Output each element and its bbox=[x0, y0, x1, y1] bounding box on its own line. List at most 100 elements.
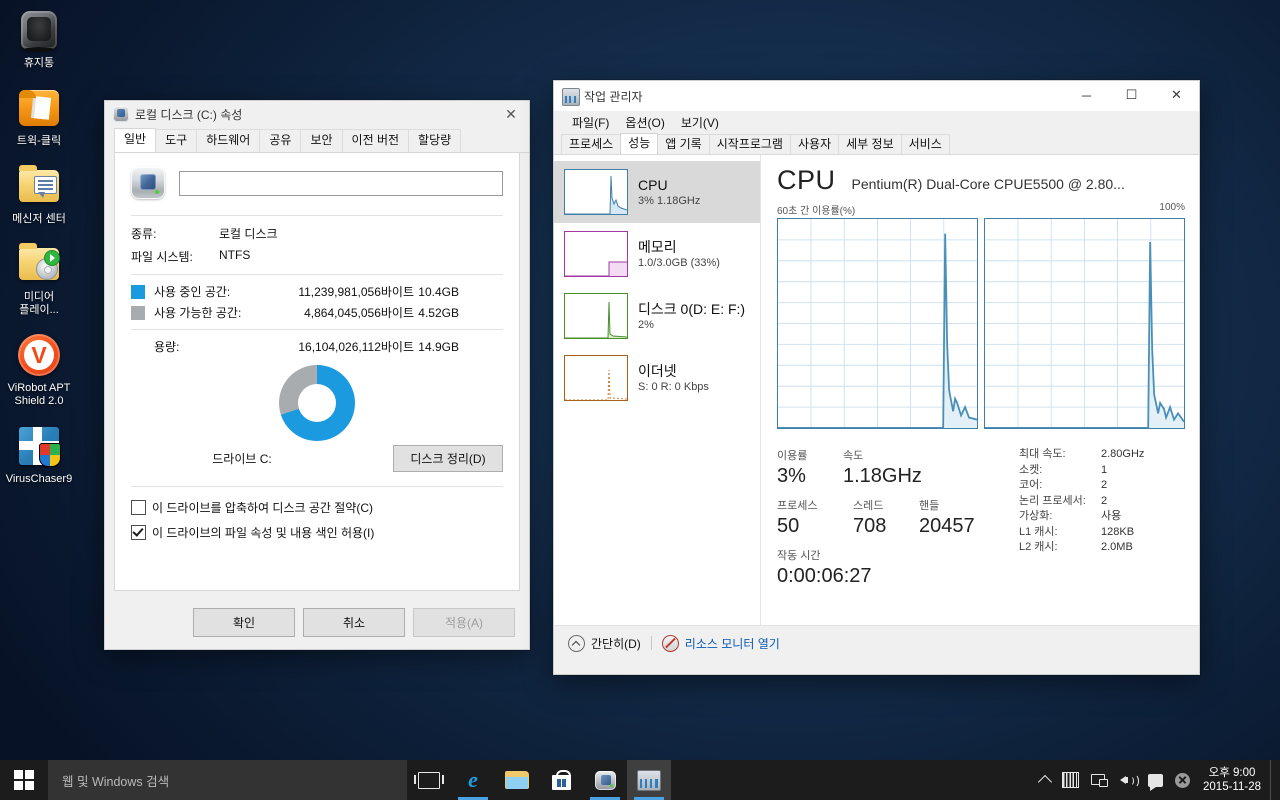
task-manager-tabstrip: 프로세스 성능 앱 기록 시작프로그램 사용자 세부 정보 서비스 bbox=[554, 133, 1199, 155]
cpu-detail-panel: CPU Pentium(R) Dual-Core CPUE5500 @ 2.80… bbox=[761, 155, 1199, 625]
general-tab-panel: 종류: 로컬 디스크 파일 시스템: NTFS 사용 중인 공간: 11,239… bbox=[114, 153, 520, 591]
sidebar-item-cpu[interactable]: CPU 3% 1.18GHz bbox=[554, 161, 760, 223]
open-resource-monitor-label: 리소스 모니터 열기 bbox=[684, 636, 780, 651]
taskbar-buttons: e bbox=[407, 760, 671, 800]
sidebar-item-memory[interactable]: 메모리 1.0/3.0GB (33%) bbox=[554, 223, 760, 285]
taskbar-store-button[interactable] bbox=[539, 760, 583, 800]
window-titlebar[interactable]: 작업 관리자 ─ ☐ ✕ bbox=[554, 81, 1199, 111]
open-resource-monitor-link[interactable]: 리소스 모니터 열기 bbox=[661, 634, 780, 652]
desktop-icon-virobot[interactable]: V ViRobot APT Shield 2.0 bbox=[0, 331, 78, 408]
cancel-button[interactable]: 취소 bbox=[303, 608, 405, 637]
tab-security[interactable]: 보안 bbox=[300, 129, 343, 152]
speed-stat: 속도 1.18GHz bbox=[843, 447, 922, 489]
start-button[interactable] bbox=[0, 760, 48, 800]
cores-value: 2 bbox=[1101, 479, 1108, 491]
close-icon[interactable]: ✕ bbox=[1154, 81, 1199, 109]
minimize-icon[interactable]: ─ bbox=[1064, 81, 1109, 109]
used-space-bytes: 11,239,981,056바이트 bbox=[298, 285, 414, 299]
menu-options[interactable]: 옵션(O) bbox=[617, 112, 672, 133]
cpu-core-0-graph[interactable] bbox=[777, 218, 978, 429]
uptime-row: 작동 시간 0:00:06:27 bbox=[777, 547, 1005, 589]
utilization-stat: 이용률 3% bbox=[777, 447, 843, 489]
sockets-row: 소켓: 1 bbox=[1019, 463, 1185, 479]
sidebar-item-disk[interactable]: 디스크 0(D: E: F:) 2% bbox=[554, 285, 760, 347]
apply-button[interactable]: 적용(A) bbox=[413, 608, 515, 637]
network-button[interactable] bbox=[1085, 760, 1114, 800]
taskbar-edge-button[interactable]: e bbox=[451, 760, 495, 800]
window-buttons: ✕ bbox=[493, 101, 529, 129]
fewer-details-button[interactable]: 간단히(D) bbox=[568, 634, 641, 652]
security-alert-button[interactable] bbox=[1169, 760, 1196, 800]
used-space-label: 사용 중인 공간: bbox=[154, 285, 231, 299]
volume-button[interactable] bbox=[1114, 760, 1142, 800]
compress-drive-checkbox[interactable] bbox=[131, 500, 146, 515]
keyboard-icon bbox=[1062, 772, 1080, 788]
desktop-icon-tweak-click[interactable]: 트윅-클릭 bbox=[0, 84, 78, 148]
desktop-icon-viruschaser[interactable]: VirusChaser9 bbox=[0, 422, 78, 486]
tab-previous-versions[interactable]: 이전 버전 bbox=[341, 129, 410, 152]
ok-button[interactable]: 확인 bbox=[193, 608, 295, 637]
graph-y-max-label: 100% bbox=[1159, 202, 1185, 213]
tab-users[interactable]: 사용자 bbox=[789, 134, 840, 154]
task-manager-icon bbox=[637, 769, 661, 791]
volume-label-input[interactable] bbox=[179, 170, 503, 196]
tab-performance[interactable]: 성능 bbox=[620, 133, 659, 154]
taskbar-file-explorer-button[interactable] bbox=[495, 760, 539, 800]
logical-processors-label: 논리 프로세서: bbox=[1019, 494, 1086, 507]
desktop-icon-messenger-center[interactable]: 메신저 센터 bbox=[0, 162, 78, 226]
action-center-button[interactable] bbox=[1142, 760, 1169, 800]
index-drive-checkbox[interactable] bbox=[131, 525, 146, 540]
taskbar: 웹 및 Windows 검색 e 오후 9:00 2015-11-28 bbox=[0, 760, 1280, 800]
logical-processors-value: 2 bbox=[1101, 494, 1108, 507]
window-titlebar[interactable]: 로컬 디스크 (C:) 속성 ✕ bbox=[105, 101, 529, 127]
disk-cleanup-button[interactable]: 디스크 정리(D) bbox=[393, 445, 503, 472]
desktop-icon-label-line2: Shield 2.0 bbox=[14, 395, 64, 407]
tab-hardware[interactable]: 하드웨어 bbox=[196, 129, 261, 152]
desktop-icon-media-player[interactable]: 미디어 플레이... bbox=[0, 240, 78, 317]
sidebar-item-name: 메모리 bbox=[638, 238, 677, 255]
search-input[interactable]: 웹 및 Windows 검색 bbox=[48, 760, 407, 800]
show-desktop-button[interactable] bbox=[1270, 760, 1278, 800]
sidebar-item-sub: 1.0/3.0GB (33%) bbox=[638, 256, 720, 269]
close-icon[interactable]: ✕ bbox=[493, 101, 529, 127]
ime-indicator-button[interactable] bbox=[1056, 760, 1085, 800]
sidebar-item-ethernet[interactable]: 이더넷 S: 0 R: 0 Kbps bbox=[554, 347, 760, 409]
sidebar-item-sub: 2% bbox=[638, 318, 654, 331]
tab-processes[interactable]: 프로세스 bbox=[561, 134, 622, 154]
maximize-icon[interactable]: ☐ bbox=[1109, 81, 1154, 109]
menubar: 파일(F) 옵션(O) 보기(V) bbox=[554, 111, 1199, 133]
divider bbox=[131, 274, 503, 275]
menu-file[interactable]: 파일(F) bbox=[564, 112, 617, 133]
tab-sharing[interactable]: 공유 bbox=[259, 129, 302, 152]
tab-services[interactable]: 서비스 bbox=[900, 134, 950, 154]
cpu-core-1-graph[interactable] bbox=[984, 218, 1185, 429]
tab-details[interactable]: 세부 정보 bbox=[838, 134, 902, 154]
taskbar-task-view-button[interactable] bbox=[407, 760, 451, 800]
desktop-icon-label: 휴지통 bbox=[23, 57, 55, 69]
cpu-statistics: 이용률 3% 속도 1.18GHz 프로세스 50 스레드 708 핸들 204… bbox=[777, 447, 1185, 589]
chevron-up-icon bbox=[1037, 774, 1053, 790]
tab-quota[interactable]: 할당량 bbox=[408, 129, 462, 152]
index-drive-row[interactable]: 이 드라이브의 파일 속성 및 내용 색인 허용(I) bbox=[115, 520, 519, 545]
tab-tools[interactable]: 도구 bbox=[155, 129, 198, 152]
file-system-value: NTFS bbox=[219, 248, 251, 262]
graph-x-label: 60초 간 이용률(%) bbox=[777, 206, 856, 217]
menu-view[interactable]: 보기(V) bbox=[673, 112, 727, 133]
utilization-value: 3% bbox=[777, 465, 806, 487]
tab-general[interactable]: 일반 bbox=[114, 128, 157, 152]
compress-drive-row[interactable]: 이 드라이브를 압축하여 디스크 공간 절약(C) bbox=[115, 495, 519, 520]
processes-threads-handles-row: 프로세스 50 스레드 708 핸들 20457 bbox=[777, 497, 1005, 539]
clock[interactable]: 오후 9:00 2015-11-28 bbox=[1196, 766, 1270, 794]
show-hidden-icons-button[interactable] bbox=[1034, 760, 1056, 800]
local-disk-icon bbox=[113, 106, 129, 122]
desktop-icon-recycle-bin[interactable]: 휴지통 bbox=[0, 6, 78, 70]
fewer-details-label: 간단히(D) bbox=[591, 636, 641, 651]
free-space-bytes: 4,864,045,056바이트 bbox=[304, 306, 414, 320]
tab-startup[interactable]: 시작프로그램 bbox=[708, 134, 791, 154]
taskbar-local-disk-properties-button[interactable] bbox=[583, 760, 627, 800]
tab-app-history[interactable]: 앱 기록 bbox=[657, 134, 710, 154]
search-placeholder: 웹 및 Windows 검색 bbox=[62, 774, 170, 789]
taskbar-task-manager-button[interactable] bbox=[627, 760, 671, 800]
file-system-label: 파일 시스템: bbox=[131, 250, 193, 264]
cpu-live-stats: 이용률 3% 속도 1.18GHz 프로세스 50 스레드 708 핸들 204… bbox=[777, 447, 1005, 589]
